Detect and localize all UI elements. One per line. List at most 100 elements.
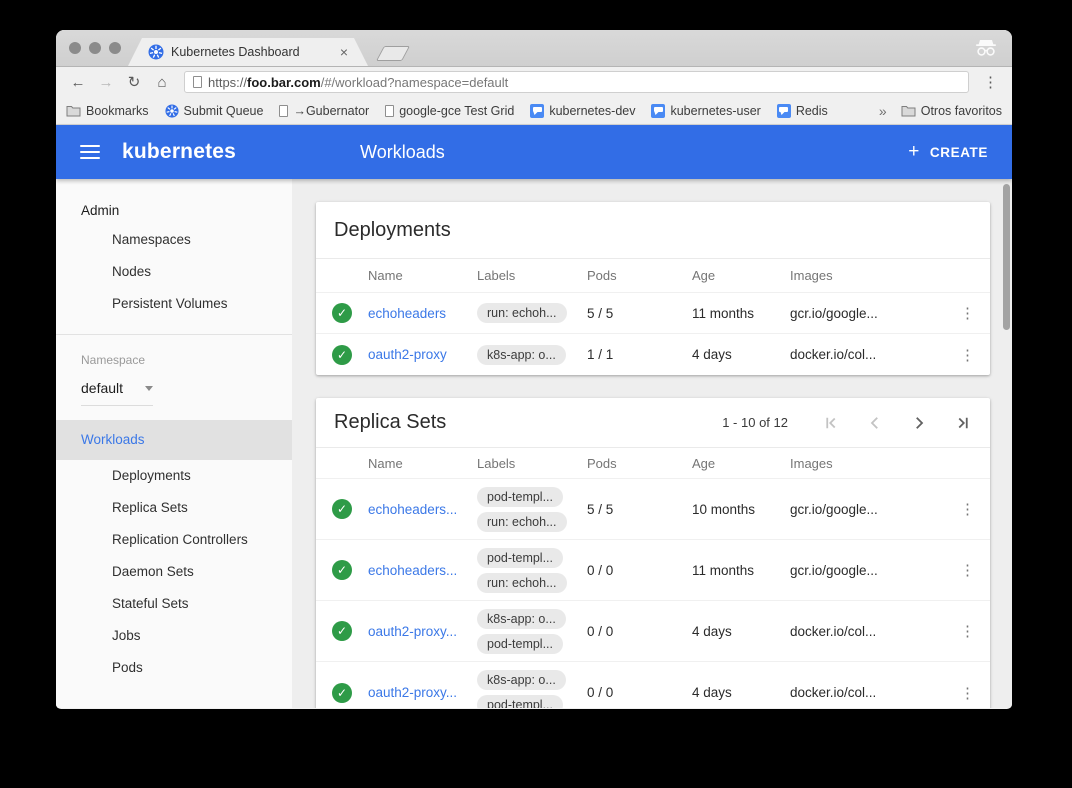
sidebar-item-deployments[interactable]: Deployments bbox=[56, 460, 292, 492]
bookmark-item[interactable]: Submit Queue bbox=[165, 104, 264, 118]
namespace-label: Namespace bbox=[56, 335, 292, 367]
chevron-left-icon[interactable] bbox=[866, 414, 884, 432]
label-chip: pod-templ... bbox=[477, 634, 563, 654]
label-chip: run: echoh... bbox=[477, 512, 567, 532]
kubernetes-favicon-icon bbox=[148, 44, 164, 60]
row-menu-icon[interactable]: ⋮ bbox=[946, 684, 990, 702]
bookmark-item[interactable]: →Gubernator bbox=[279, 104, 369, 118]
create-button[interactable]: + CREATE bbox=[908, 141, 988, 163]
check-circle-icon: ✓ bbox=[332, 621, 352, 641]
other-bookmarks-folder[interactable]: Otros favoritos bbox=[901, 104, 1002, 118]
bookmark-folder[interactable]: Bookmarks bbox=[66, 104, 149, 118]
row-menu-icon[interactable]: ⋮ bbox=[946, 500, 990, 518]
check-circle-icon: ✓ bbox=[332, 345, 352, 365]
resource-name-link[interactable]: oauth2-proxy bbox=[368, 347, 477, 362]
sidebar-item-persistent-volumes[interactable]: Persistent Volumes bbox=[56, 288, 292, 320]
reload-icon[interactable]: ↻ bbox=[122, 73, 146, 91]
group-icon bbox=[651, 104, 665, 118]
table-row[interactable]: ✓ echoheaders... pod-templ... run: echoh… bbox=[316, 479, 990, 540]
folder-icon bbox=[66, 105, 81, 117]
table-row[interactable]: ✓ oauth2-proxy k8s-app: o... 1 / 1 4 day… bbox=[316, 334, 990, 375]
home-icon[interactable]: ⌂ bbox=[150, 74, 174, 91]
bookmark-item[interactable]: Redis bbox=[777, 104, 828, 118]
resource-name-link[interactable]: echoheaders... bbox=[368, 563, 477, 578]
address-bar[interactable]: https://foo.bar.com/#/workload?namespace… bbox=[184, 71, 969, 93]
label-chip: pod-templ... bbox=[477, 548, 563, 568]
url-text: https://foo.bar.com/#/workload?namespace… bbox=[208, 75, 508, 90]
forward-icon[interactable]: → bbox=[94, 74, 118, 91]
browser-tab[interactable]: Kubernetes Dashboard × bbox=[128, 38, 368, 66]
resource-name-link[interactable]: oauth2-proxy... bbox=[368, 624, 477, 639]
window-controls bbox=[69, 42, 121, 54]
first-page-icon[interactable] bbox=[822, 414, 840, 432]
card-title: Replica Sets bbox=[334, 411, 446, 434]
label-chip: k8s-app: o... bbox=[477, 609, 566, 629]
page-icon bbox=[279, 105, 288, 117]
brand-logo[interactable]: kubernetes bbox=[122, 140, 236, 164]
sidebar-item-replication-controllers[interactable]: Replication Controllers bbox=[56, 524, 292, 556]
bookmark-item[interactable]: google-gce Test Grid bbox=[385, 104, 514, 118]
main-content: Deployments Name Labels Pods Age Images … bbox=[292, 179, 1012, 708]
label-chip: k8s-app: o... bbox=[477, 670, 566, 690]
sidebar-item-pods[interactable]: Pods bbox=[56, 652, 292, 684]
label-chip: pod-templ... bbox=[477, 695, 563, 708]
hamburger-menu-icon[interactable] bbox=[80, 145, 100, 159]
check-circle-icon: ✓ bbox=[332, 560, 352, 580]
browser-window: Kubernetes Dashboard × ← → ↻ ⌂ https://f… bbox=[56, 30, 1012, 709]
row-menu-icon[interactable]: ⋮ bbox=[946, 622, 990, 640]
pagination-range: 1 - 10 of 12 bbox=[722, 415, 788, 430]
resource-name-link[interactable]: oauth2-proxy... bbox=[368, 685, 477, 700]
bookmarks-bar: Bookmarks Submit Queue →Gubernator bbox=[56, 97, 1012, 125]
plus-icon: + bbox=[908, 141, 920, 163]
bookmarks-overflow-icon[interactable]: » bbox=[879, 103, 887, 119]
resource-name-link[interactable]: echoheaders bbox=[368, 306, 477, 321]
sidebar-item-workloads[interactable]: Workloads bbox=[56, 420, 292, 460]
row-menu-icon[interactable]: ⋮ bbox=[946, 304, 990, 322]
last-page-icon[interactable] bbox=[954, 414, 972, 432]
sidebar-item-replica-sets[interactable]: Replica Sets bbox=[56, 492, 292, 524]
sidebar-item-daemon-sets[interactable]: Daemon Sets bbox=[56, 556, 292, 588]
label-chip: run: echoh... bbox=[477, 573, 567, 593]
bookmark-item[interactable]: kubernetes-dev bbox=[530, 104, 635, 118]
folder-icon bbox=[901, 105, 916, 117]
page-icon bbox=[193, 76, 202, 88]
zoom-window-button[interactable] bbox=[109, 42, 121, 54]
tab-title: Kubernetes Dashboard bbox=[171, 45, 333, 59]
chevron-right-icon[interactable] bbox=[910, 414, 928, 432]
page-title: Workloads bbox=[360, 142, 445, 163]
tab-close-icon[interactable]: × bbox=[340, 44, 348, 60]
table-row[interactable]: ✓ echoheaders... pod-templ... run: echoh… bbox=[316, 540, 990, 601]
resource-name-link[interactable]: echoheaders... bbox=[368, 502, 477, 517]
minimize-window-button[interactable] bbox=[89, 42, 101, 54]
table-row[interactable]: ✓ echoheaders run: echoh... 5 / 5 11 mon… bbox=[316, 293, 990, 334]
label-chip: k8s-app: o... bbox=[477, 345, 566, 365]
table-row[interactable]: ✓ oauth2-proxy... k8s-app: o... pod-temp… bbox=[316, 662, 990, 708]
card-title: Deployments bbox=[334, 219, 451, 242]
browser-menu-icon[interactable]: ⋮ bbox=[979, 73, 1002, 91]
sidebar-item-nodes[interactable]: Nodes bbox=[56, 256, 292, 288]
check-circle-icon: ✓ bbox=[332, 683, 352, 703]
table-row[interactable]: ✓ oauth2-proxy... k8s-app: o... pod-temp… bbox=[316, 601, 990, 662]
chevron-down-icon bbox=[145, 386, 153, 391]
table-header: Name Labels Pods Age Images bbox=[316, 448, 990, 479]
new-tab-button[interactable] bbox=[376, 46, 410, 61]
check-circle-icon: ✓ bbox=[332, 303, 352, 323]
check-circle-icon: ✓ bbox=[332, 499, 352, 519]
row-menu-icon[interactable]: ⋮ bbox=[946, 561, 990, 579]
namespace-select[interactable]: default bbox=[81, 380, 153, 406]
browser-toolbar: ← → ↻ ⌂ https://foo.bar.com/#/workload?n… bbox=[56, 67, 1012, 97]
vertical-scrollbar[interactable] bbox=[1003, 184, 1010, 330]
sidebar-item-namespaces[interactable]: Namespaces bbox=[56, 224, 292, 256]
row-menu-icon[interactable]: ⋮ bbox=[946, 346, 990, 364]
back-icon[interactable]: ← bbox=[66, 74, 90, 91]
sidebar-item-admin[interactable]: Admin bbox=[56, 179, 292, 224]
sidebar-item-stateful-sets[interactable]: Stateful Sets bbox=[56, 588, 292, 620]
bookmark-item[interactable]: kubernetes-user bbox=[651, 104, 760, 118]
page-viewport: kubernetes Workloads + CREATE Admin Name… bbox=[56, 125, 1012, 708]
label-chip: pod-templ... bbox=[477, 487, 563, 507]
incognito-icon bbox=[974, 39, 998, 56]
pagination: 1 - 10 of 12 bbox=[722, 414, 972, 432]
sidebar-item-jobs[interactable]: Jobs bbox=[56, 620, 292, 652]
page-icon bbox=[385, 105, 394, 117]
close-window-button[interactable] bbox=[69, 42, 81, 54]
